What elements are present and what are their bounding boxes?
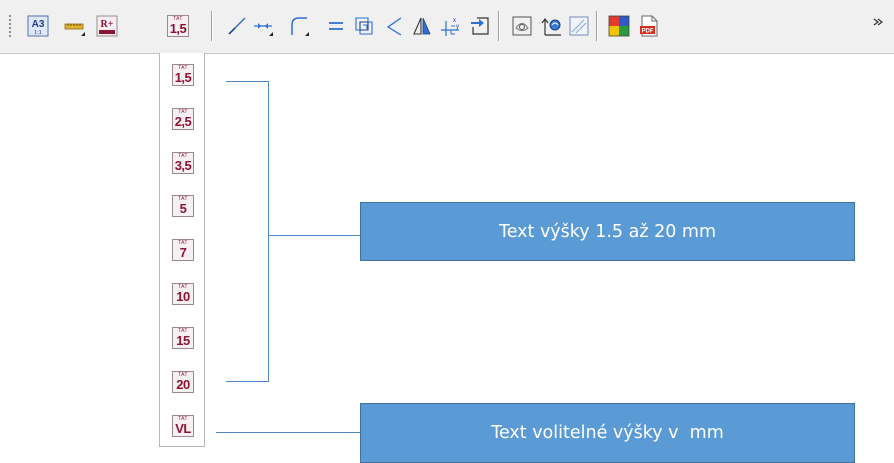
tat-value-label: 10 [176, 289, 190, 304]
toolbar-separator [596, 11, 598, 41]
toolbar-separator [498, 11, 500, 41]
color-palette-button[interactable] [606, 13, 632, 39]
text-height-icon: TAT 15 [172, 327, 194, 349]
callout-custom-height: Text volitelné výšky v mm [360, 403, 855, 463]
angle-icon [386, 17, 402, 36]
text-height-icon: TAT VL [172, 415, 194, 437]
text-height-icon: TAT 5 [172, 195, 194, 217]
image-frame-icon [569, 16, 589, 36]
line-icon [228, 17, 246, 35]
drawing-toolbar: A3 1:1 R+ TAT 1,5 x y PDF [0, 0, 894, 54]
tat-value-label: 20 [176, 377, 190, 392]
dimension-icon [254, 23, 273, 36]
insert-block-button[interactable] [467, 13, 493, 39]
callout-text-heights: Text výšky 1.5 až 20 mm [360, 202, 855, 261]
parallel-lines-button[interactable] [323, 13, 349, 39]
svg-text:y: y [456, 24, 459, 30]
text-height-option-custom[interactable]: TAT VL [171, 414, 195, 438]
offset-copy-button[interactable] [351, 13, 377, 39]
bracket-top-arm [226, 81, 269, 82]
angle-button[interactable] [381, 13, 407, 39]
dimension-button[interactable] [250, 13, 276, 39]
r-plus-button[interactable]: R+ [94, 13, 120, 39]
rotate-3d-icon [541, 18, 561, 36]
ruler-icon [64, 23, 85, 36]
a3-label: A3 [32, 19, 45, 30]
text-height-option-15[interactable]: TAT 15 [171, 326, 195, 350]
toolbar-overflow-button[interactable] [866, 13, 890, 39]
tat-value-label: 2,5 [174, 114, 192, 129]
text-height-icon: TAT 1,5 [172, 64, 194, 86]
text-height-icon: TAT 20 [172, 371, 194, 393]
hatch-detail-icon [512, 16, 532, 36]
toolbar-separator [211, 11, 213, 41]
a3-paper-format-button[interactable]: A3 1:1 [25, 13, 51, 39]
r-plus-icon: R+ [96, 15, 118, 37]
color-palette-icon [608, 15, 630, 37]
tat-value-label: 7 [179, 245, 187, 260]
toolbar-grip[interactable] [8, 14, 12, 38]
rotate-3d-button[interactable] [539, 13, 565, 39]
text-height-option-5[interactable]: TAT 5 [171, 194, 195, 218]
mirror-button[interactable] [409, 13, 435, 39]
image-frame-button[interactable] [566, 13, 592, 39]
parallel-lines-icon [329, 22, 343, 30]
tat-value-label: 3,5 [174, 158, 192, 173]
tat-value-label: 15 [176, 333, 190, 348]
text-height-icon: TAT 3,5 [172, 152, 194, 174]
bracket-bottom-arm [226, 381, 269, 382]
text-height-button[interactable]: TAT 1,5 [165, 13, 191, 39]
text-height-icon: TAT 2,5 [172, 108, 194, 130]
offset-copy-icon [355, 17, 373, 35]
text-height-option-2-5[interactable]: TAT 2,5 [171, 107, 195, 131]
callout-custom-connector [216, 432, 360, 433]
axes-xy-button[interactable]: x y [437, 13, 463, 39]
text-height-icon: TAT 1,5 [167, 15, 189, 37]
line-button[interactable] [224, 13, 250, 39]
text-height-icon: TAT 7 [172, 239, 194, 261]
arc-icon [291, 17, 309, 36]
text-height-option-1-5[interactable]: TAT 1,5 [171, 63, 195, 87]
hatch-detail-button[interactable] [509, 13, 535, 39]
pdf-label: PDF [642, 29, 654, 35]
a3-paper-format-icon: A3 1:1 [27, 15, 49, 37]
text-height-option-3-5[interactable]: TAT 3,5 [171, 151, 195, 175]
axes-xy-icon: x y [441, 18, 459, 36]
text-height-dropdown: TAT 1,5 TAT 2,5 TAT 3,5 TAT 5 TAT 7 TAT … [159, 53, 205, 447]
tat-value-label: 1,5 [174, 70, 192, 85]
chevron-overflow-icon [873, 18, 883, 26]
a3-scale-label: 1:1 [34, 30, 42, 36]
arc-button[interactable] [286, 13, 312, 39]
tat-value-label: VL [175, 421, 191, 436]
bracket-connector [269, 235, 360, 236]
text-height-icon: TAT 10 [172, 283, 194, 305]
r-plus-label: R+ [101, 19, 114, 30]
insert-block-icon [471, 17, 489, 35]
ruler-button[interactable] [62, 13, 88, 39]
tat-value-label: 5 [179, 201, 187, 216]
pdf-export-icon: PDF [640, 15, 658, 37]
pdf-export-button[interactable]: PDF [636, 13, 662, 39]
text-height-option-10[interactable]: TAT 10 [171, 282, 195, 306]
bracket-spine [268, 81, 269, 382]
tat-value-label: 1,5 [169, 21, 187, 36]
mirror-icon [413, 17, 431, 35]
text-height-option-7[interactable]: TAT 7 [171, 238, 195, 262]
text-height-option-20[interactable]: TAT 20 [171, 370, 195, 394]
